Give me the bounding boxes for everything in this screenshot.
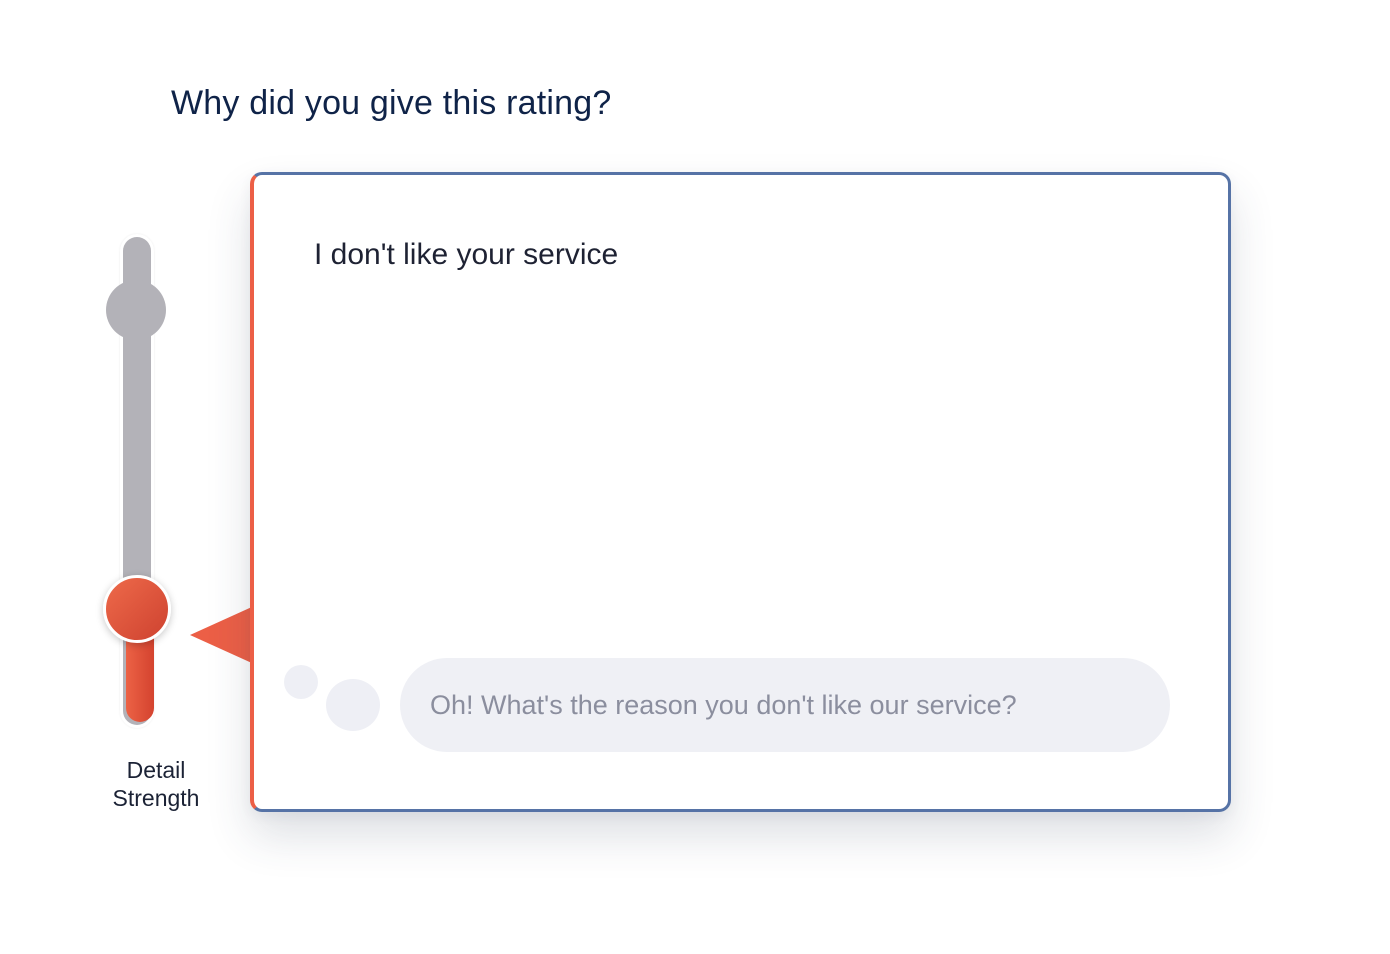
slider-label-line2: Strength [112,785,200,811]
thought-dot-large [326,679,380,731]
question-title: Why did you give this rating? [171,84,612,122]
slider-thumb[interactable] [103,575,171,644]
followup-question-text: Oh! What's the reason you don't like our… [430,689,1017,720]
response-text[interactable]: I don't like your service [314,235,618,275]
slider-pointer-arrow [190,606,254,664]
followup-question-bubble: Oh! What's the reason you don't like our… [400,658,1170,752]
slider-label: Detail Strength [86,756,226,812]
slider-max-marker [106,279,166,340]
slider-label-line1: Detail [126,757,186,783]
detail-strength-slider[interactable] [100,232,174,732]
response-card[interactable]: I don't like your service Oh! What's the… [250,172,1231,812]
thought-dot-small [284,665,318,699]
